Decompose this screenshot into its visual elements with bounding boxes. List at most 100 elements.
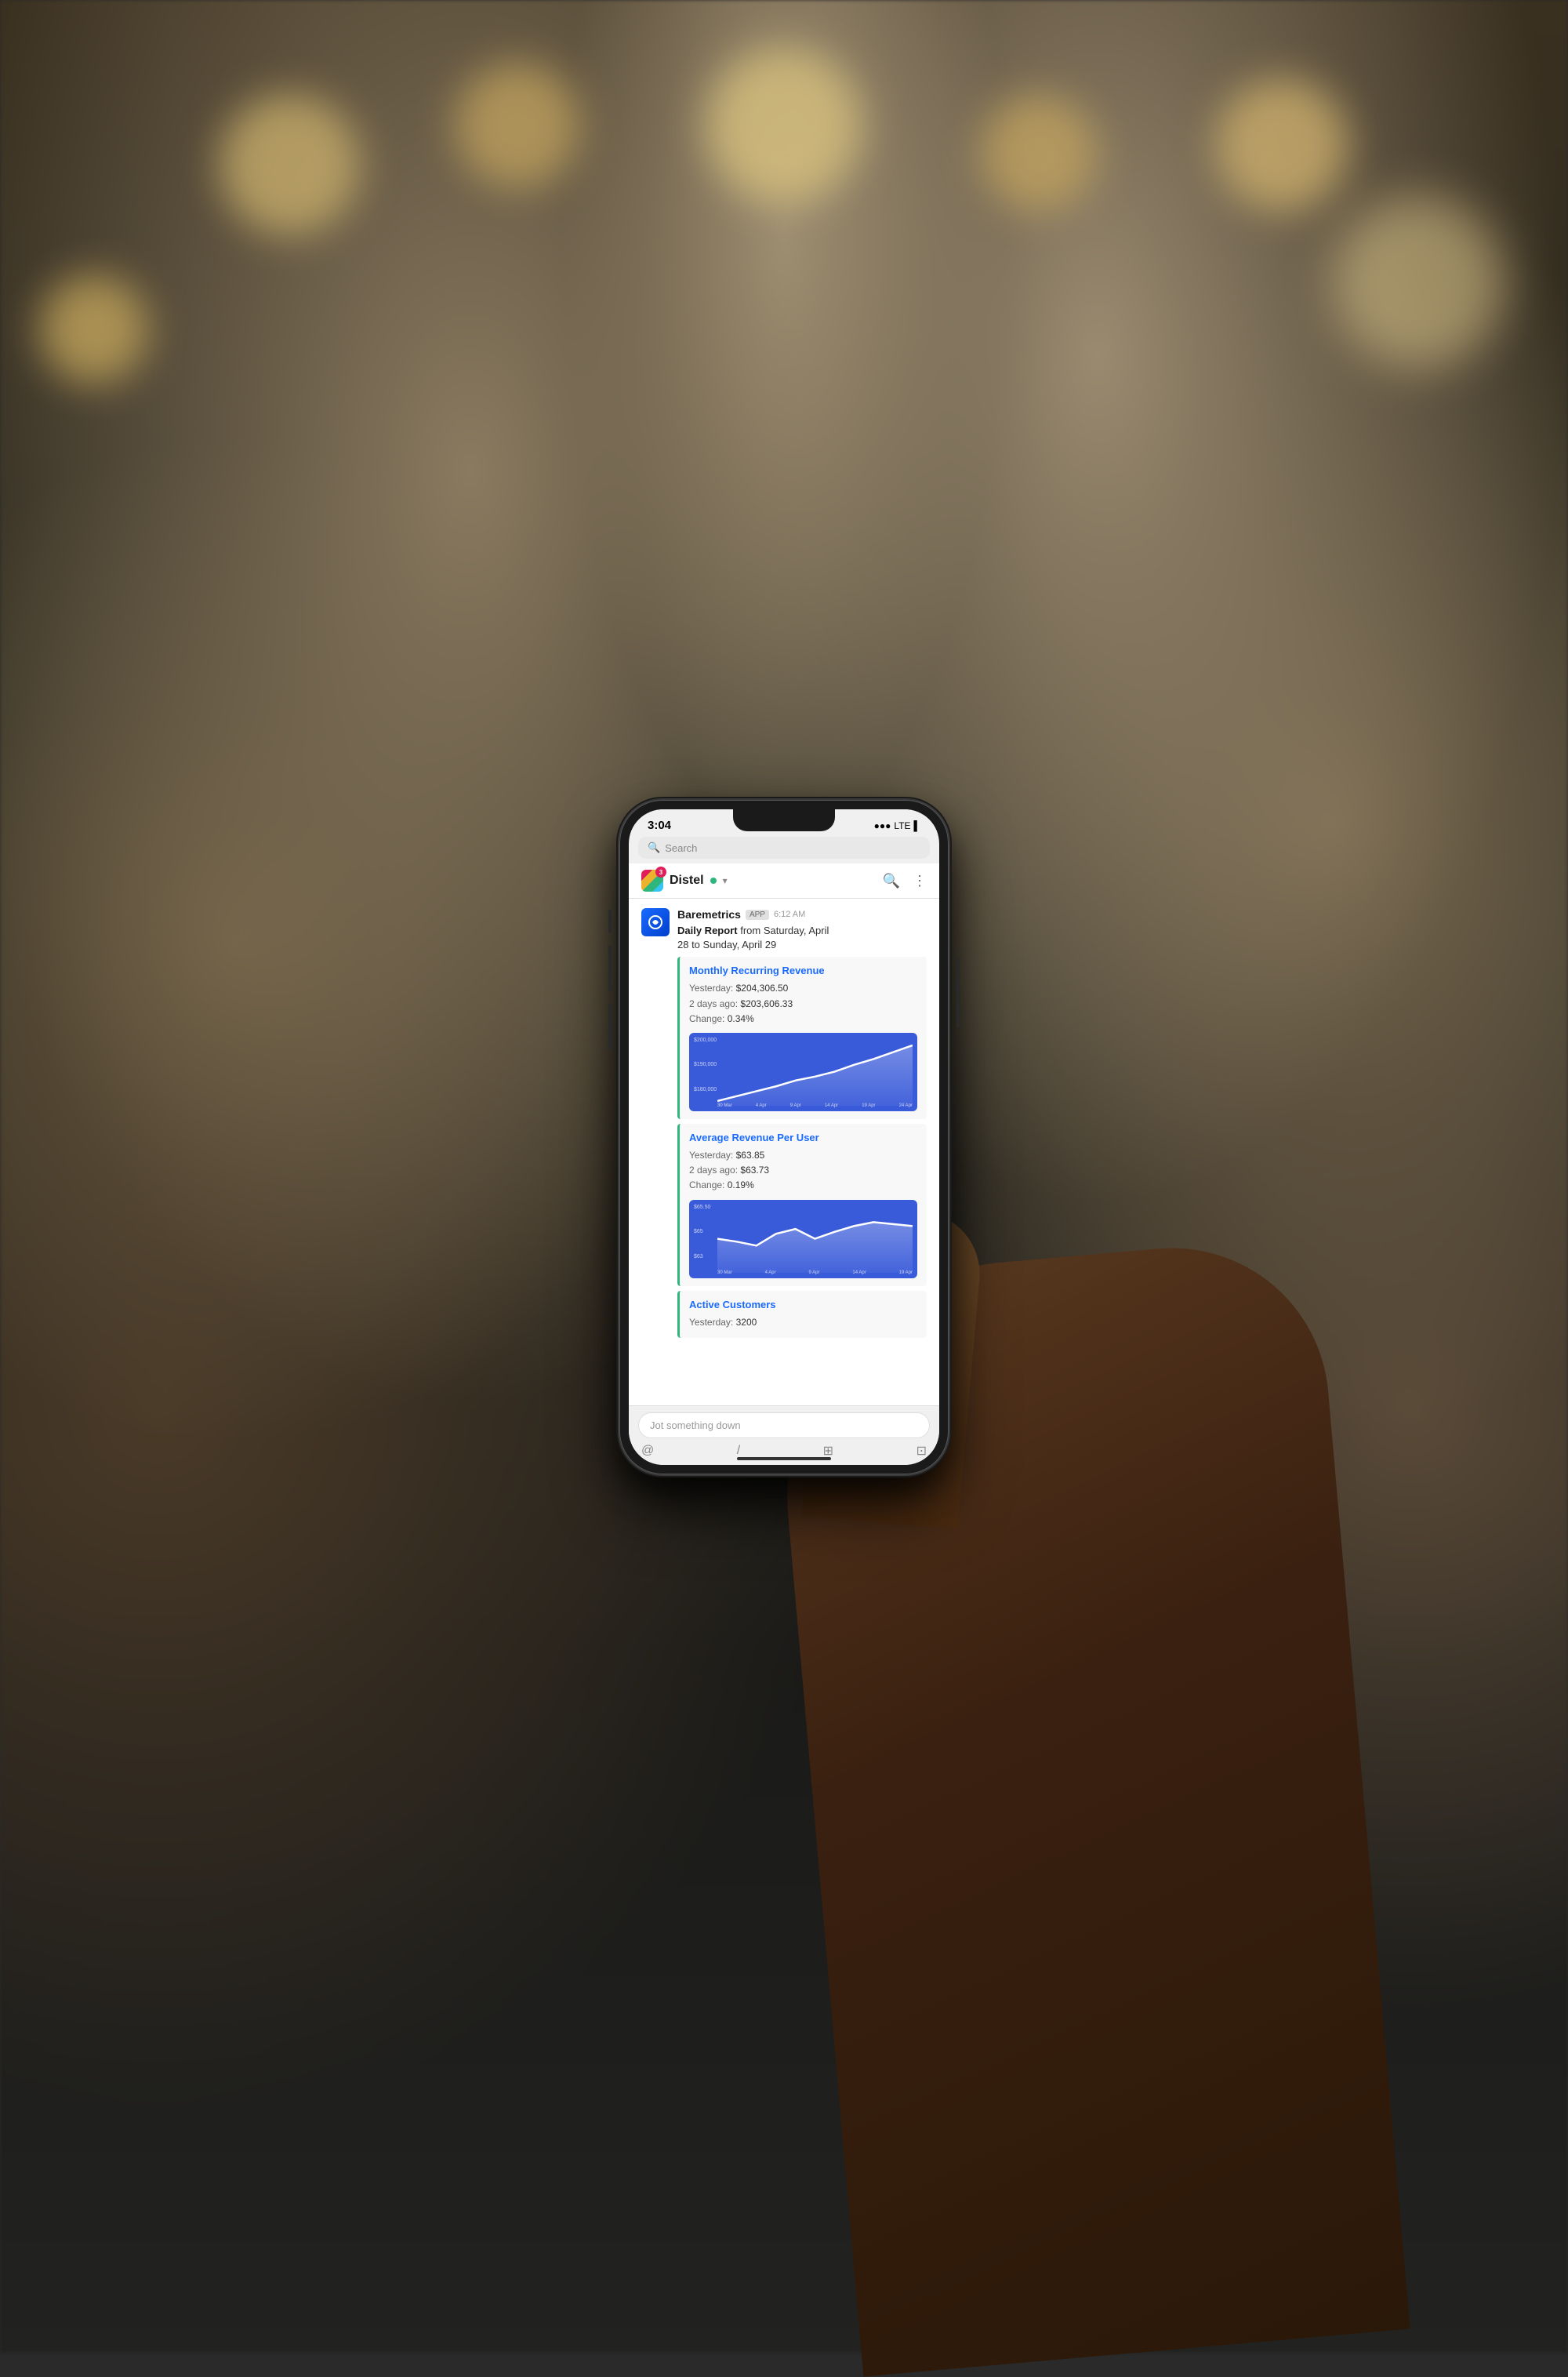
slack-header: 3 Distel ▾ 🔍 ⋮ <box>629 863 939 899</box>
header-icons: 🔍 ⋮ <box>883 873 927 889</box>
home-indicator <box>737 1457 831 1460</box>
message-text: Daily Report from Saturday, April 28 to … <box>677 924 927 952</box>
mrr-card: Monthly Recurring Revenue Yesterday: $20… <box>677 957 927 1119</box>
date-from: from Saturday, April <box>740 925 829 936</box>
mrr-x-labels: 30 Mar 4 Apr 9 Apr 14 Apr 19 Apr 24 Apr <box>717 1103 913 1108</box>
active-customers-title: Active Customers <box>689 1299 917 1310</box>
mrr-chart: $200,000 $190,000 $180,000 <box>689 1033 917 1111</box>
silent-switch <box>608 910 612 933</box>
channel-dropdown-icon[interactable]: ▾ <box>723 875 728 886</box>
phone-notch <box>733 809 835 831</box>
mrr-stats: Yesterday: $204,306.50 2 days ago: $203,… <box>689 981 917 1027</box>
mrr-y-label-2: $190,000 <box>694 1062 717 1067</box>
arpu-card: Average Revenue Per User Yesterday: $63.… <box>677 1124 927 1286</box>
search-header-icon[interactable]: 🔍 <box>883 873 900 889</box>
arpu-title: Average Revenue Per User <box>689 1132 917 1143</box>
active-customers-yesterday-value: 3200 <box>736 1317 757 1328</box>
mrr-x-label-4: 14 Apr <box>825 1103 838 1108</box>
mrr-yesterday-label: Yesterday: <box>689 983 733 994</box>
bot-name: Baremetrics <box>677 908 741 921</box>
arpu-yesterday-label: Yesterday: <box>689 1150 733 1161</box>
more-options-icon[interactable]: ⋮ <box>913 873 927 889</box>
mention-icon[interactable]: @ <box>641 1444 654 1458</box>
mrr-chart-svg <box>717 1038 913 1106</box>
arpu-x-label-1: 30 Mar <box>717 1270 732 1275</box>
status-time: 3:04 <box>648 819 671 832</box>
mrr-y-label-3: $180,000 <box>694 1087 717 1092</box>
mrr-yesterday-value: $204,306.50 <box>736 983 789 994</box>
mrr-x-label-1: 30 Mar <box>717 1103 732 1108</box>
arpu-yesterday-value: $63.85 <box>736 1150 765 1161</box>
power-button <box>956 957 960 1027</box>
phone-wrapper: 3:04 ●●● LTE ▌ 🔍 Search 3 <box>619 800 949 1474</box>
active-customers-yesterday-label: Yesterday: <box>689 1317 733 1328</box>
arpu-x-label-2: 4 Apr <box>765 1270 776 1275</box>
status-icons: ●●● LTE ▌ <box>874 820 920 831</box>
mrr-twodays-label: 2 days ago: <box>689 998 738 1009</box>
network-type: LTE <box>894 820 910 831</box>
bokeh-light-6 <box>1333 196 1505 369</box>
mrr-y-labels: $200,000 $190,000 $180,000 <box>694 1038 717 1092</box>
mrr-change-value: 0.34% <box>728 1013 754 1024</box>
mrr-title: Monthly Recurring Revenue <box>689 965 917 976</box>
messages-area: Baremetrics APP 6:12 AM Daily Report fro… <box>629 899 939 1405</box>
bot-avatar <box>641 908 670 936</box>
slack-logo-wrapper: 3 <box>641 870 663 892</box>
battery-icon: ▌ <box>913 820 920 831</box>
mrr-x-label-2: 4 Apr <box>756 1103 767 1108</box>
arpu-x-labels: 30 Mar 4 Apr 9 Apr 14 Apr 19 Apr <box>717 1270 913 1275</box>
slash-command-icon[interactable]: / <box>737 1444 740 1458</box>
daily-report-label: Daily Report <box>677 925 738 936</box>
phone-screen: 3:04 ●●● LTE ▌ 🔍 Search 3 <box>629 809 939 1465</box>
arpu-twodays-label: 2 days ago: <box>689 1165 738 1176</box>
message-time: 6:12 AM <box>774 910 805 919</box>
app-tag: APP <box>746 910 769 920</box>
arpu-x-label-3: 9 Apr <box>808 1270 819 1275</box>
mrr-twodays-value: $203,606.33 <box>740 998 793 1009</box>
bokeh-light-2 <box>455 63 580 188</box>
input-bar: Jot something down @ / ⊞ ⊡ <box>629 1405 939 1465</box>
bokeh-light-7 <box>39 274 149 384</box>
arpu-x-label-4: 14 Apr <box>852 1270 866 1275</box>
mrr-change-label: Change: <box>689 1013 724 1024</box>
volume-down-button <box>608 1004 612 1051</box>
mrr-x-label-6: 24 Apr <box>899 1103 913 1108</box>
signal-icon: ●●● <box>874 820 891 831</box>
arpu-chart-svg <box>717 1205 913 1273</box>
channel-info: 3 Distel ▾ <box>641 870 728 892</box>
message-meta: Baremetrics APP 6:12 AM <box>677 908 927 921</box>
message-input[interactable]: Jot something down <box>638 1412 930 1438</box>
active-customers-stats: Yesterday: 3200 <box>689 1315 917 1330</box>
mrr-x-label-5: 19 Apr <box>862 1103 875 1108</box>
arpu-y-label-1: $65.50 <box>694 1205 710 1210</box>
date-to: 28 to Sunday, April 29 <box>677 939 776 950</box>
camera-icon[interactable]: ⊡ <box>916 1443 927 1459</box>
attachment-icon[interactable]: ⊞ <box>823 1443 833 1459</box>
online-indicator <box>710 878 717 884</box>
message-body: Baremetrics APP 6:12 AM Daily Report fro… <box>677 908 927 1338</box>
bokeh-light-4 <box>980 94 1098 212</box>
search-icon: 🔍 <box>648 841 660 854</box>
search-placeholder: Search <box>665 842 697 854</box>
input-placeholder: Jot something down <box>650 1419 741 1431</box>
volume-up-button <box>608 945 612 992</box>
mrr-x-label-3: 9 Apr <box>790 1103 801 1108</box>
bokeh-light-5 <box>1215 78 1348 212</box>
input-toolbar: @ / ⊞ ⊡ <box>638 1443 930 1459</box>
arpu-y-label-2: $65 <box>694 1229 710 1234</box>
arpu-change-value: 0.19% <box>728 1179 754 1190</box>
search-bar[interactable]: 🔍 Search <box>638 837 930 859</box>
notification-badge: 3 <box>655 867 666 878</box>
baremetrics-message: Baremetrics APP 6:12 AM Daily Report fro… <box>641 908 927 1338</box>
bokeh-light-1 <box>220 94 361 235</box>
bokeh-light-3 <box>706 47 862 204</box>
arpu-stats: Yesterday: $63.85 2 days ago: $63.73 Cha… <box>689 1148 917 1194</box>
mrr-y-label-1: $200,000 <box>694 1038 717 1043</box>
arpu-twodays-value: $63.73 <box>740 1165 769 1176</box>
arpu-change-label: Change: <box>689 1179 724 1190</box>
arpu-chart: $65.50 $65 $63 <box>689 1200 917 1278</box>
channel-name: Distel <box>670 874 704 888</box>
active-customers-card: Active Customers Yesterday: 3200 <box>677 1291 927 1338</box>
phone-frame: 3:04 ●●● LTE ▌ 🔍 Search 3 <box>619 800 949 1474</box>
arpu-y-labels: $65.50 $65 $63 <box>694 1205 710 1259</box>
